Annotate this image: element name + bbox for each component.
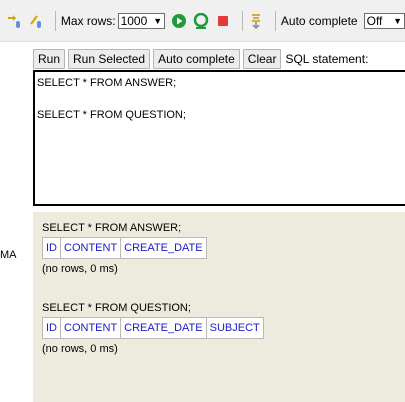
column-header[interactable]: CREATE_DATE — [120, 317, 207, 339]
sql-editor[interactable]: SELECT * FROM ANSWER; SELECT * FROM QUES… — [33, 70, 405, 206]
table-header-row: ID CONTENT CREATE_DATE — [42, 237, 207, 259]
toolbar-separator — [275, 10, 276, 31]
toolbar-separator — [242, 10, 243, 31]
result-status: (no rows, 0 ms) — [42, 343, 118, 355]
chevron-down-icon: ▼ — [393, 15, 403, 26]
toolbar: Max rows: 1000 ▼ Auto complete Off ▼ — [0, 0, 405, 42]
column-header[interactable]: ID — [42, 237, 61, 259]
column-header[interactable]: ID — [42, 317, 61, 339]
result-block-answer: SELECT * FROM ANSWER; ID CONTENT CREATE_… — [42, 222, 405, 275]
chevron-down-icon: ▼ — [153, 15, 163, 26]
results-panel: SELECT * FROM ANSWER; ID CONTENT CREATE_… — [33, 212, 405, 402]
stop-icon[interactable] — [215, 12, 231, 30]
table-header-row: ID CONTENT CREATE_DATE SUBJECT — [42, 317, 264, 339]
auto-complete-select[interactable]: Off ▼ — [363, 12, 405, 29]
auto-complete-label: Auto complete — [280, 13, 358, 28]
result-statement: SELECT * FROM QUESTION; — [42, 302, 191, 314]
clear-button[interactable]: Clear — [242, 49, 282, 69]
toolbar-separator — [55, 10, 56, 31]
auto-complete-value: Off — [366, 13, 383, 28]
sql-statement-label: SQL statement: — [285, 52, 369, 66]
result-table: ID CONTENT CREATE_DATE SUBJECT — [42, 317, 264, 339]
auto-commit-on-icon[interactable] — [6, 12, 22, 30]
max-rows-select[interactable]: 1000 ▼ — [117, 12, 166, 29]
column-header[interactable]: SUBJECT — [205, 317, 264, 339]
auto-complete-button[interactable]: Auto complete — [153, 49, 240, 69]
result-block-question: SELECT * FROM QUESTION; ID CONTENT CREAT… — [42, 302, 405, 355]
sql-button-row: Run Run Selected Auto complete Clear SQL… — [33, 49, 368, 69]
max-rows-label: Max rows: — [60, 13, 116, 28]
column-header[interactable]: CREATE_DATE — [120, 237, 207, 259]
column-header[interactable]: CONTENT — [59, 237, 122, 259]
result-table: ID CONTENT CREATE_DATE — [42, 237, 207, 259]
tree-item-label[interactable]: MA — [0, 249, 17, 261]
max-rows-value: 1000 — [120, 13, 148, 28]
run-button[interactable]: Run — [33, 49, 66, 69]
run-selected-button[interactable]: Run Selected — [68, 49, 151, 69]
column-header[interactable]: CONTENT — [59, 317, 122, 339]
run-selected-icon[interactable] — [193, 12, 209, 30]
result-status: (no rows, 0 ms) — [42, 263, 118, 275]
result-statement: SELECT * FROM ANSWER; — [42, 222, 182, 234]
auto-commit-off-icon[interactable] — [28, 12, 44, 30]
run-icon[interactable] — [171, 12, 187, 30]
history-icon[interactable] — [248, 12, 264, 30]
